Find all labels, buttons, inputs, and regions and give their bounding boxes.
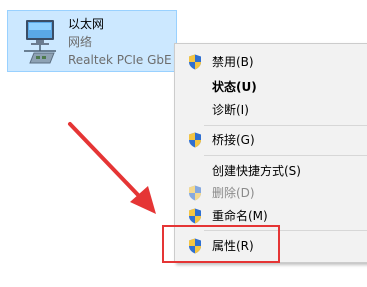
menu-item-label: 创建快捷方式(S): [212, 164, 301, 178]
shield-icon: [189, 132, 201, 148]
menu-item-rename[interactable]: 重命名(M): [175, 206, 367, 226]
menu-item-label: 状态(U): [212, 80, 257, 94]
shield-icon: [189, 185, 201, 201]
menu-item-disable[interactable]: 禁用(B): [175, 52, 367, 72]
shield-icon: [189, 54, 201, 70]
menu-item-label: 重命名(M): [212, 209, 268, 223]
menu-item-create-shortcut[interactable]: 创建快捷方式(S): [175, 161, 367, 181]
menu-item-delete: 删除(D): [175, 183, 367, 203]
menu-item-label: 禁用(B): [212, 55, 254, 69]
menu-item-label: 桥接(G): [212, 133, 255, 147]
adapter-name: 以太网: [68, 17, 105, 31]
menu-item-label: 删除(D): [212, 186, 255, 200]
menu-item-bridge[interactable]: 桥接(G): [175, 130, 367, 150]
menu-item-status[interactable]: 状态(U): [175, 77, 367, 97]
shield-icon: [189, 208, 201, 224]
network-adapter-icon: [24, 20, 56, 64]
menu-item-diagnose[interactable]: 诊断(I): [175, 100, 367, 120]
menu-separator: [204, 125, 367, 126]
adapter-device: Realtek PCIe GbE F: [68, 53, 183, 67]
menu-separator: [204, 155, 367, 156]
highlight-box: [162, 225, 280, 263]
adapter-status: 网络: [68, 35, 93, 49]
network-adapter-ethernet[interactable]: 以太网 网络 Realtek PCIe GbE F: [7, 10, 182, 72]
menu-item-label: 诊断(I): [212, 103, 249, 117]
